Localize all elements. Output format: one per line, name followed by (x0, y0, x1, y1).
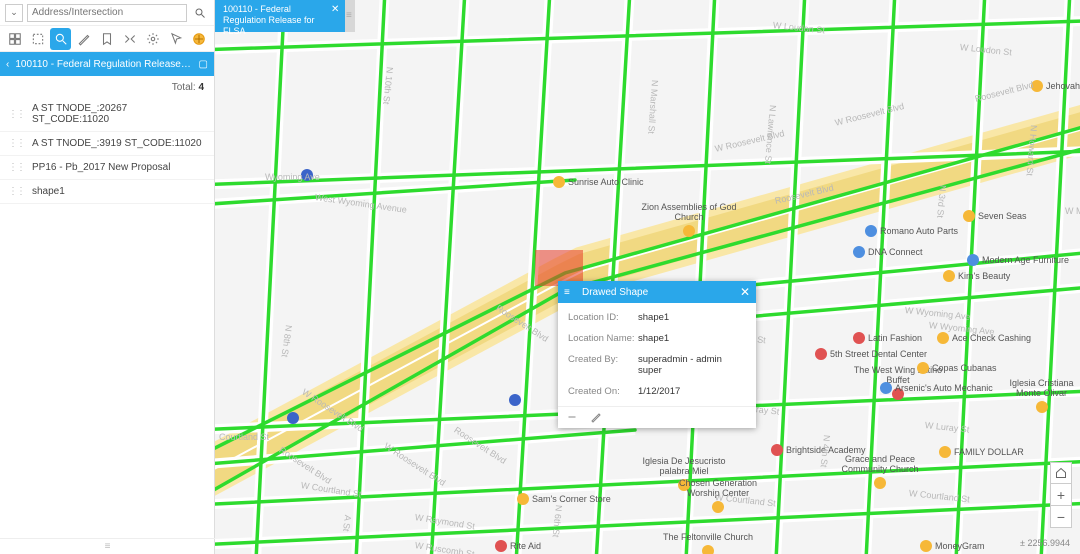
map-zoom-in-button[interactable]: + (1050, 484, 1072, 506)
popup-close-button[interactable]: ✕ (740, 285, 750, 299)
popup-field-value: 1/12/2017 (638, 386, 746, 397)
list-item-label: A ST TNODE_:20267 ST_CODE:11020 (32, 103, 206, 125)
popup-field-value: superadmin - admin super (638, 354, 746, 376)
map-toolbar (0, 26, 214, 52)
list-item[interactable]: ⋮⋮ A ST TNODE_:20267 ST_CODE:11020 (0, 97, 214, 132)
search-input[interactable] (27, 4, 187, 22)
map-zoom-out-button[interactable]: − (1050, 506, 1072, 528)
zoom-tool[interactable] (50, 28, 71, 50)
open-tab-close[interactable]: ✕ (331, 4, 341, 14)
popup-field-key: Created On: (568, 386, 638, 397)
list-item[interactable]: ⋮⋮ PP16 - Pb_2017 New Proposal (0, 156, 214, 180)
popup-body: Location ID:shape1Location Name:shape1Cr… (558, 303, 756, 406)
popup-header[interactable]: ≡ Drawed Shape ✕ (558, 281, 756, 303)
settings-tool[interactable] (143, 28, 164, 50)
popup-edit-button[interactable] (590, 411, 604, 425)
popup-minimize-button[interactable] (566, 411, 580, 425)
map-home-button[interactable] (1050, 462, 1072, 484)
list-item-label: shape1 (32, 186, 65, 197)
map-coordinates-readout: ± 2256.9944 (1020, 538, 1070, 548)
popup-field-row: Created By:superadmin - admin super (558, 349, 756, 381)
pan-tool[interactable] (189, 28, 210, 50)
panel-external-icon[interactable]: ▢ (199, 59, 208, 70)
popup-footer (558, 406, 756, 428)
list-item-label: A ST TNODE_:3919 ST_CODE:11020 (32, 138, 202, 149)
sidebar-resize-handle[interactable]: ≡ (0, 538, 215, 554)
drag-handle-icon: ⋮⋮ (8, 138, 24, 149)
drag-handle-icon: ⋮⋮ (8, 186, 24, 197)
map-zoom-controls: + − (1050, 462, 1072, 528)
pointer-tool[interactable] (166, 28, 187, 50)
drag-handle-icon: ⋮⋮ (8, 109, 24, 120)
popup-field-row: Created On:1/12/2017 (558, 381, 756, 402)
popup-field-key: Created By: (568, 354, 638, 376)
popup-field-key: Location Name: (568, 333, 638, 344)
map-canvas[interactable]: ≡ Drawed Shape ✕ Location ID:shape1Locat… (215, 0, 1080, 554)
list-item[interactable]: ⋮⋮ A ST TNODE_:3919 ST_CODE:11020 (0, 132, 214, 156)
bookmark-tool[interactable] (96, 28, 117, 50)
panel-title: 100110 - Federal Regulation Release for … (15, 59, 192, 70)
open-tab-label: 100110 - Federal Regulation Release for … (223, 4, 315, 36)
list-item[interactable]: ⋮⋮ shape1 (0, 180, 214, 204)
popup-menu-icon[interactable]: ≡ (564, 287, 576, 298)
search-row: ⌄ (0, 0, 214, 26)
drag-handle-icon: ⋮⋮ (8, 162, 24, 173)
sidebar: ⌄ ‹ 100110 - Federal Regulation Release … (0, 0, 215, 554)
popup-field-value: shape1 (638, 312, 746, 323)
home-icon (1055, 467, 1067, 479)
popup-field-value: shape1 (638, 333, 746, 344)
result-total: Total: 4 (0, 76, 214, 97)
select-dashed-tool[interactable] (27, 28, 48, 50)
list-item-label: PP16 - Pb_2017 New Proposal (32, 162, 170, 173)
search-category-dropdown[interactable]: ⌄ (5, 4, 23, 22)
popup-field-key: Location ID: (568, 312, 638, 323)
map-basemap-svg (215, 0, 1080, 554)
grid-tool[interactable] (4, 28, 25, 50)
result-list: ⋮⋮ A ST TNODE_:20267 ST_CODE:11020 ⋮⋮ A ST … (0, 97, 214, 204)
panel-back-button[interactable]: ‹ (6, 59, 9, 70)
open-tab-chip[interactable]: 100110 - Federal Regulation Release for … (215, 0, 345, 32)
popup-field-row: Location Name:shape1 (558, 328, 756, 349)
search-button[interactable] (191, 4, 209, 22)
popup-title: Drawed Shape (582, 287, 734, 298)
panel-header: ‹ 100110 - Federal Regulation Release fo… (0, 52, 214, 76)
popup-field-row: Location ID:shape1 (558, 307, 756, 328)
tab-overflow-handle[interactable]: ≡ (345, 0, 355, 32)
draw-tool[interactable] (73, 28, 94, 50)
shape-info-popup: ≡ Drawed Shape ✕ Location ID:shape1Locat… (558, 281, 756, 428)
search-icon (194, 7, 206, 19)
tools-cross-tool[interactable] (120, 28, 141, 50)
